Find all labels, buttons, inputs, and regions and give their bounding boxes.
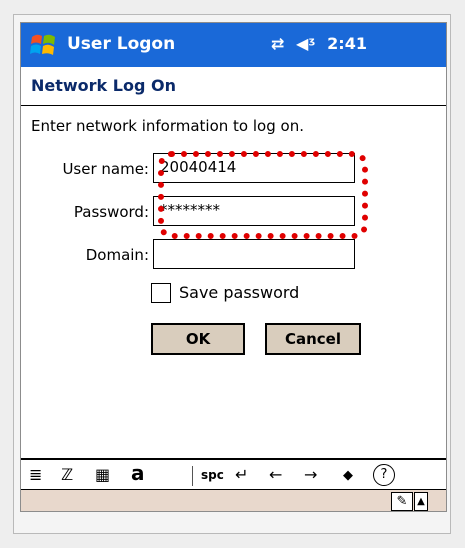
cancel-button[interactable]: Cancel [265, 323, 361, 355]
input-method-button-icon[interactable]: ✎ [391, 492, 413, 511]
speaker-icon[interactable]: ◀ᶾ [296, 34, 316, 53]
windows-start-icon[interactable] [29, 31, 57, 59]
input-method-arrow-icon[interactable]: ▲ [414, 492, 428, 511]
backspace-key-icon[interactable]: ◆ [343, 468, 353, 483]
input-options-icon[interactable]: ≣ [29, 465, 42, 484]
instructions-text: Enter network information to log on. [31, 117, 304, 135]
space-key[interactable]: spc [201, 468, 224, 482]
save-password-checkbox[interactable] [151, 283, 171, 303]
connectivity-icon[interactable]: ⇄ [271, 34, 284, 53]
app-title: User Logon [67, 34, 176, 54]
ok-button[interactable]: OK [151, 323, 245, 355]
menu-bar: ✎ ▲ [21, 490, 446, 511]
system-tray: ⇄ ◀ᶾ 2:41 [271, 34, 367, 53]
input-panel-toolbar: ≣ ℤ ▦ a spc ↵ ← → ◆ ? [21, 458, 446, 490]
toolbar-separator [192, 466, 193, 486]
handwriting-icon[interactable]: ℤ [61, 465, 73, 484]
domain-label: Domain: [85, 246, 149, 264]
pocket-pc-screen: User Logon ⇄ ◀ᶾ 2:41 Network Log On Ente… [20, 22, 447, 512]
password-field[interactable]: ******** [153, 196, 355, 226]
letter-a-key[interactable]: a [131, 461, 145, 485]
keyboard-grid-icon[interactable]: ▦ [95, 465, 110, 484]
save-password-label[interactable]: Save password [179, 283, 299, 302]
right-arrow-key-icon[interactable]: → [304, 465, 317, 484]
domain-field[interactable] [153, 239, 355, 269]
title-bar: User Logon ⇄ ◀ᶾ 2:41 [21, 23, 446, 67]
page-title: Network Log On [31, 76, 176, 95]
left-arrow-key-icon[interactable]: ← [269, 465, 282, 484]
username-field[interactable]: 20040414 [153, 153, 355, 183]
username-label: User name: [62, 160, 149, 178]
clock[interactable]: 2:41 [327, 34, 367, 53]
enter-key-icon[interactable]: ↵ [235, 465, 248, 484]
page-header: Network Log On [21, 67, 446, 106]
help-icon[interactable]: ? [373, 464, 395, 486]
password-label: Password: [73, 203, 149, 221]
